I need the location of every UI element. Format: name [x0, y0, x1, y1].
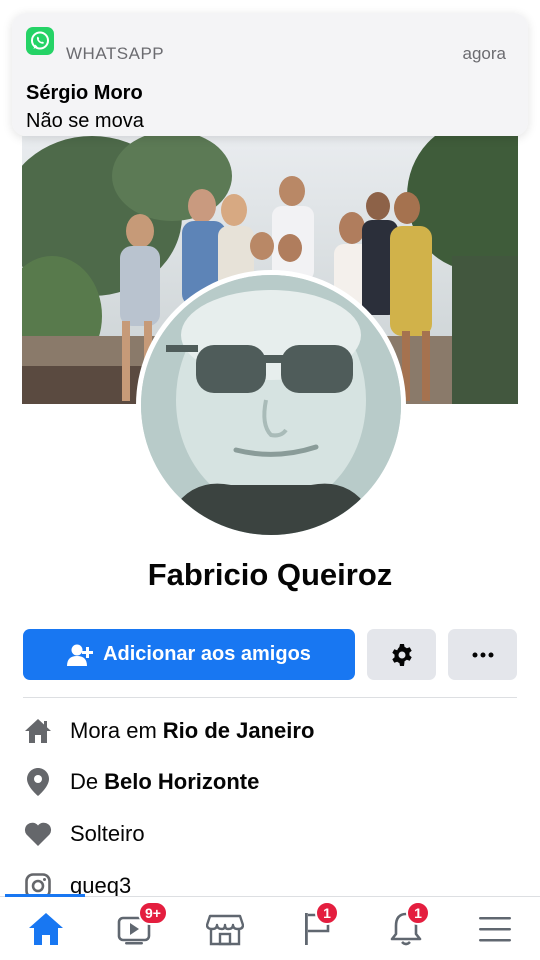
- whatsapp-icon: [26, 27, 54, 55]
- add-friend-button[interactable]: Adicionar aos amigos: [23, 629, 355, 680]
- from-place[interactable]: Belo Horizonte: [104, 769, 259, 795]
- profile-picture[interactable]: [136, 270, 406, 540]
- divider: [23, 697, 517, 698]
- info-lives-in: Mora em Rio de Janeiro: [23, 716, 314, 746]
- lives-in-prefix: Mora em: [70, 718, 157, 743]
- location-pin-icon: [23, 767, 53, 797]
- add-friend-label: Adicionar aos amigos: [103, 643, 311, 665]
- bottom-navigation: 9+ 1 1: [0, 894, 540, 960]
- marketplace-icon: [206, 914, 244, 946]
- nav-notifications[interactable]: 1: [384, 901, 430, 951]
- whatsapp-notification[interactable]: WHATSAPP agora Sérgio Moro Não se mova: [12, 13, 528, 136]
- pages-badge: 1: [315, 901, 339, 925]
- notification-app-name: WHATSAPP: [66, 44, 165, 63]
- heart-icon: [23, 819, 53, 849]
- notification-sender: Sérgio Moro: [26, 82, 143, 104]
- notification-message: Não se mova: [26, 110, 144, 132]
- info-relationship: Solteiro: [23, 819, 145, 849]
- avatar: [141, 275, 401, 535]
- lives-in-place[interactable]: Rio de Janeiro: [163, 718, 315, 744]
- more-options-button[interactable]: [448, 629, 517, 680]
- notifications-badge: 1: [406, 901, 430, 925]
- notification-time: agora: [462, 44, 506, 63]
- active-tab-indicator: [5, 894, 85, 897]
- profile-settings-button[interactable]: [367, 629, 436, 680]
- from-prefix: De: [70, 769, 99, 794]
- home-icon: [23, 716, 53, 746]
- watch-badge: 9+: [138, 901, 168, 925]
- nav-marketplace[interactable]: [203, 907, 247, 951]
- home-icon: [29, 913, 63, 945]
- profile-name: Fabricio Queiroz: [147, 557, 393, 592]
- menu-icon: [479, 917, 511, 942]
- nav-pages[interactable]: 1: [295, 901, 339, 951]
- add-friend-icon: [67, 644, 94, 666]
- nav-home[interactable]: [24, 907, 68, 951]
- gear-icon: [391, 643, 412, 666]
- more-icon: [472, 652, 493, 657]
- nav-watch[interactable]: 9+: [112, 901, 168, 951]
- relationship-status: Solteiro: [70, 821, 145, 846]
- nav-menu[interactable]: [473, 907, 517, 951]
- info-from: De Belo Horizonte: [23, 767, 259, 797]
